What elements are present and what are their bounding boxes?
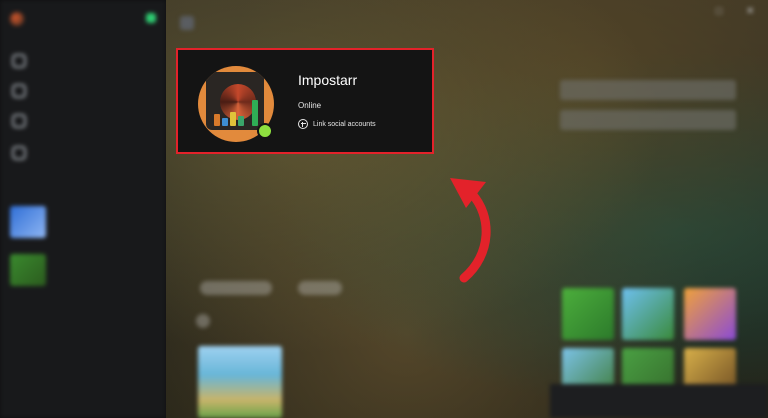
presence-status: Online bbox=[298, 101, 322, 110]
profile-header-highlight: Impostarr Online Link social accounts bbox=[176, 48, 434, 154]
avatar-emblem bbox=[220, 84, 256, 120]
avatar-bar bbox=[238, 116, 244, 126]
recent-tile[interactable] bbox=[684, 288, 736, 340]
plus-circle-icon bbox=[298, 119, 308, 129]
store-icon bbox=[12, 114, 26, 128]
profile-pill[interactable] bbox=[200, 281, 272, 295]
sidebar-avatar bbox=[10, 12, 24, 26]
game-thumbnail bbox=[10, 206, 46, 238]
game-thumbnail bbox=[10, 254, 46, 286]
customize-profile-button[interactable] bbox=[560, 80, 736, 100]
recent-tile[interactable] bbox=[562, 288, 614, 340]
gamertag: Impostarr bbox=[298, 72, 358, 88]
recent-tile[interactable] bbox=[622, 288, 674, 340]
settings-button[interactable] bbox=[560, 110, 736, 130]
link-social-accounts-button[interactable]: Link social accounts bbox=[298, 119, 376, 129]
sidebar-item-home[interactable] bbox=[12, 54, 26, 68]
back-button[interactable] bbox=[180, 16, 194, 30]
xbox-app-window: □ ✕ Impostarr Online Link social account… bbox=[0, 0, 768, 418]
store-badge-icon[interactable] bbox=[146, 13, 156, 23]
sidebar-profile[interactable] bbox=[10, 12, 24, 26]
library-icon bbox=[12, 84, 26, 98]
home-icon bbox=[12, 54, 26, 68]
sidebar-item-library[interactable] bbox=[12, 84, 26, 98]
minimize-icon[interactable]: □ bbox=[716, 6, 722, 17]
sidebar-item-more[interactable] bbox=[12, 146, 26, 160]
sidebar-game-1[interactable] bbox=[10, 206, 46, 238]
avatar-bar bbox=[252, 100, 258, 126]
link-social-label: Link social accounts bbox=[313, 120, 376, 128]
sidebar-game-2[interactable] bbox=[10, 254, 46, 286]
close-icon[interactable]: ✕ bbox=[746, 6, 754, 17]
game-card[interactable] bbox=[198, 346, 282, 418]
profile-pill[interactable] bbox=[298, 281, 342, 295]
sidebar-item-store[interactable] bbox=[12, 114, 26, 128]
more-icon bbox=[12, 146, 26, 160]
online-status-dot bbox=[257, 123, 273, 139]
avatar-bar bbox=[230, 112, 236, 126]
privacy-icon[interactable] bbox=[196, 314, 210, 328]
sidebar bbox=[0, 0, 166, 418]
curved-arrow-icon bbox=[450, 178, 491, 283]
avatar-bar bbox=[214, 114, 220, 126]
friends-bar[interactable] bbox=[550, 384, 768, 418]
avatar-bar bbox=[222, 118, 228, 126]
avatar-image bbox=[206, 72, 264, 130]
